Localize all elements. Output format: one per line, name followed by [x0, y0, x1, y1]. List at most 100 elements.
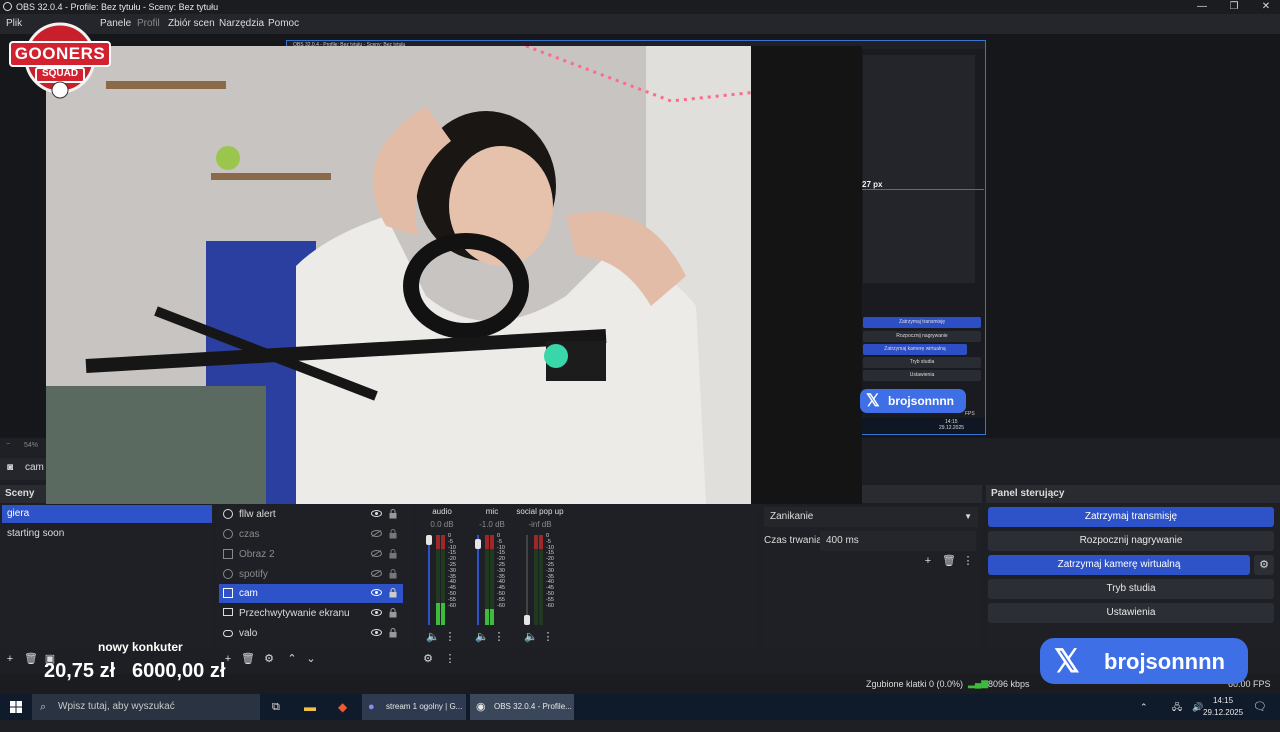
lock-icon[interactable]	[389, 608, 397, 618]
add-scene-button[interactable]: +	[4, 653, 16, 665]
zoom-out-icon[interactable]: −	[6, 441, 10, 448]
lock-icon[interactable]	[389, 509, 397, 519]
audio-mixer: audio 0.0 dB 0 -5 -10 -15 -20 -25 -30 -3…	[416, 505, 758, 665]
window-title: OBS 32.0.4 - Profile: Bez tytułu - Sceny…	[16, 2, 219, 12]
stop-stream-button[interactable]: Zatrzymaj transmisję	[988, 507, 1274, 527]
zoom-indicator[interactable]: − 54%	[0, 438, 46, 454]
title-bar: OBS 32.0.4 - Profile: Bez tytułu - Sceny…	[0, 0, 1280, 14]
visibility-eye-icon[interactable]	[371, 609, 382, 616]
transition-menu-icon[interactable]: ⋮	[962, 555, 974, 567]
logo-text-bottom: SQUAD	[41, 68, 79, 79]
channel-menu-icon[interactable]: ⋮	[444, 631, 456, 643]
maximize-button[interactable]: ❐	[1218, 0, 1250, 14]
network-icon[interactable]: 🖧	[1172, 694, 1182, 720]
taskbar-app-label: stream 1 ogolny | G...	[386, 702, 463, 711]
taskbar-app-label: OBS 32.0.4 - Profile...	[494, 702, 572, 711]
menu-tools[interactable]: Narzędzia	[219, 18, 264, 29]
source-item[interactable]: spotify	[219, 565, 403, 584]
channel-name: mic	[485, 507, 499, 516]
source-item[interactable]: Obraz 2	[219, 545, 403, 564]
remove-scene-button[interactable]: 🗑	[24, 653, 38, 665]
lock-icon[interactable]	[389, 529, 397, 539]
advanced-audio-gear-icon[interactable]: ⚙	[422, 653, 434, 665]
source-item[interactable]: valo	[219, 624, 403, 643]
channel-menu-icon[interactable]: ⋮	[542, 631, 554, 643]
channel-db: -inf dB	[528, 520, 552, 529]
hidden-eye-icon[interactable]	[371, 550, 382, 557]
lock-icon[interactable]	[389, 588, 397, 598]
gamepad-icon	[223, 630, 233, 637]
fader-knob[interactable]	[426, 535, 432, 545]
camera-scene-illustration	[46, 46, 862, 504]
start-recording-button[interactable]: Rozpocznij nagrywanie	[988, 531, 1274, 551]
obs-logo-icon	[3, 2, 12, 11]
lock-icon[interactable]	[389, 569, 397, 579]
virtual-camera-gear-icon[interactable]: ⚙	[1254, 555, 1274, 575]
contest-goal: 6000,00 zł	[132, 660, 226, 682]
volume-icon[interactable]: 🔊	[1192, 694, 1203, 720]
studio-mode-button[interactable]: Tryb studia	[988, 579, 1274, 599]
visibility-eye-icon[interactable]	[371, 629, 382, 636]
transition-type: Zanikanie	[770, 511, 814, 522]
taskbar-app-obs[interactable]: ◉ OBS 32.0.4 - Profile...	[470, 694, 574, 720]
menu-bar: Plik Panele Profil Zbiór scen Narzędzia …	[0, 14, 1280, 34]
visibility-eye-icon[interactable]	[371, 589, 382, 596]
sources-list: fllw alert czas Obraz 2 spotify cam Prze…	[216, 505, 412, 665]
scene-item[interactable]: giera	[2, 505, 212, 523]
menu-profile[interactable]: Profil	[137, 18, 160, 29]
speaker-icon[interactable]: 🔈	[524, 631, 538, 643]
tray-chevron-up-icon[interactable]: ⌃	[1140, 694, 1148, 720]
add-transition-button[interactable]: +	[922, 555, 934, 567]
minimize-button[interactable]: —	[1186, 0, 1218, 14]
stop-virtual-camera-button[interactable]: Zatrzymaj kamerę wirtualną	[988, 555, 1250, 575]
level-meter	[441, 535, 445, 625]
fader-knob[interactable]	[475, 539, 481, 549]
hidden-eye-icon[interactable]	[371, 530, 382, 537]
notifications-icon[interactable]: 🗨	[1253, 694, 1267, 720]
volume-fader[interactable]	[524, 535, 530, 625]
menu-help[interactable]: Pomoc	[268, 18, 299, 29]
source-item[interactable]: cam	[219, 584, 403, 603]
channel-menu-icon[interactable]: ⋮	[493, 631, 505, 643]
speaker-icon[interactable]: 🔈	[426, 631, 440, 643]
close-button[interactable]: ✕	[1250, 0, 1280, 14]
file-explorer-icon[interactable]: ▬	[304, 694, 316, 720]
source-properties-gear-icon[interactable]: ⚙	[263, 653, 275, 665]
volume-fader[interactable]	[426, 535, 432, 625]
menu-scene-collection[interactable]: Zbiór scen	[168, 18, 215, 29]
visibility-eye-icon[interactable]	[371, 510, 382, 517]
channel-name: audio	[432, 507, 452, 516]
fader-knob[interactable]	[524, 615, 530, 625]
move-source-up-icon[interactable]: ⌃	[286, 653, 298, 665]
browser-icon	[223, 529, 233, 539]
hidden-eye-icon[interactable]	[371, 570, 382, 577]
windows-start-icon[interactable]	[10, 701, 22, 713]
move-source-down-icon[interactable]: ⌄	[305, 653, 317, 665]
source-item[interactable]: Przechwytywanie ekranu	[219, 604, 403, 623]
taskbar-app-discord[interactable]: ● stream 1 ogolny | G...	[362, 694, 466, 720]
task-view-icon[interactable]: ⧉	[272, 694, 280, 720]
taskbar-date[interactable]: 29.12.2025	[1203, 706, 1243, 732]
duration-input[interactable]: 400 ms	[820, 531, 976, 551]
lock-icon[interactable]	[389, 549, 397, 559]
transition-select[interactable]: Zanikanie ▼	[764, 507, 978, 527]
remove-transition-button[interactable]: 🗑	[942, 555, 956, 567]
source-label: czas	[239, 529, 260, 540]
mixer-menu-icon[interactable]: ⋮	[444, 653, 456, 665]
brave-browser-icon[interactable]: ◆	[338, 694, 347, 720]
scene-item[interactable]: starting soon	[2, 525, 212, 543]
lock-icon[interactable]	[389, 628, 397, 638]
taskbar-search[interactable]: ⌕ Wpisz tutaj, aby wyszukać	[32, 694, 260, 720]
controls-panel: Zatrzymaj transmisję Rozpocznij nagrywan…	[986, 505, 1280, 650]
source-label: Obraz 2	[239, 549, 275, 560]
level-meter	[490, 535, 494, 625]
settings-button[interactable]: Ustawienia	[988, 603, 1274, 623]
browser-icon	[223, 569, 233, 579]
source-item[interactable]: fllw alert	[219, 505, 403, 524]
speaker-icon[interactable]: 🔈	[475, 631, 489, 643]
selected-source-name: cam	[25, 462, 44, 473]
camera-feed	[46, 46, 862, 504]
volume-fader[interactable]	[475, 535, 481, 625]
source-item[interactable]: czas	[219, 525, 403, 544]
level-meter	[436, 535, 440, 625]
